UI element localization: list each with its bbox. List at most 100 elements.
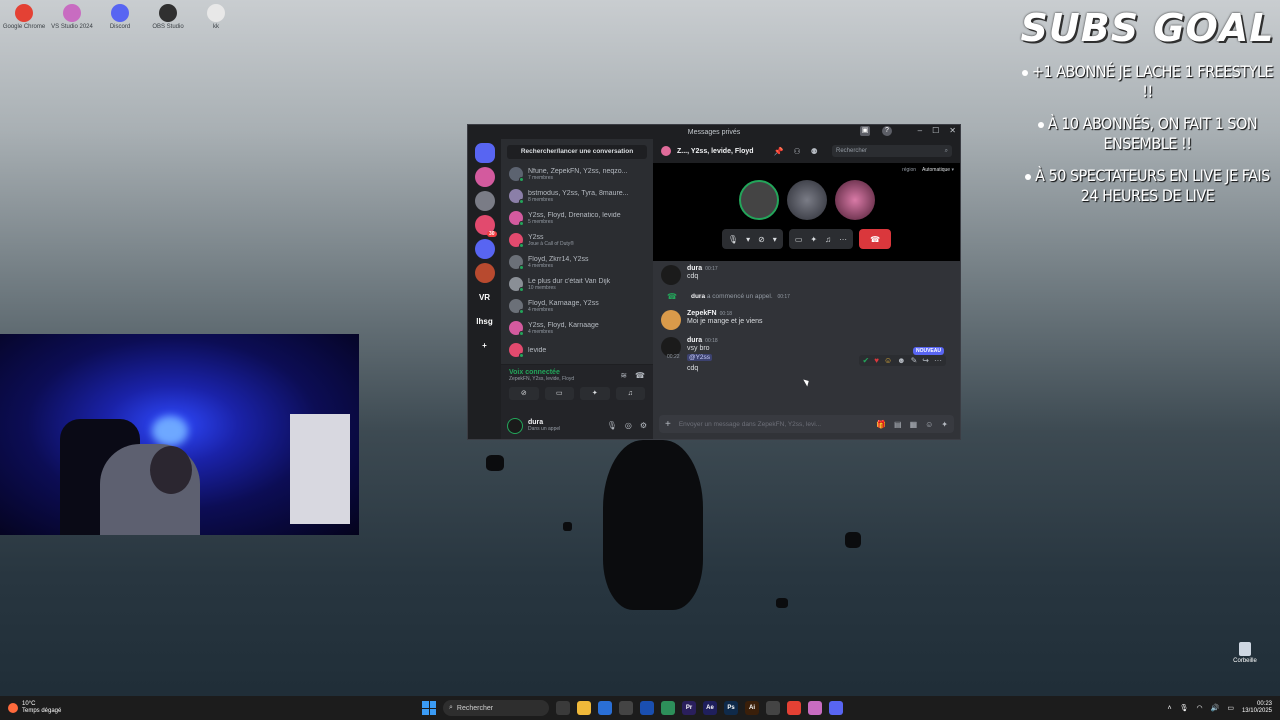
server-icon[interactable] <box>474 239 495 259</box>
message-input[interactable]: + Envoyer un message dans ZepekFN, Y2ss,… <box>659 415 954 433</box>
sticker-icon[interactable]: ▦ <box>910 420 918 429</box>
gift-icon[interactable]: 🎁 <box>876 420 886 429</box>
search-icon: ⌕ <box>944 148 948 154</box>
members-icon[interactable]: ⚉ <box>811 147 818 156</box>
wifi-icon[interactable]: ◠ <box>1197 704 1203 712</box>
dm-list-item[interactable]: bstmodus, Y2ss, Tyra, 8maure... 8 membres <box>501 185 653 207</box>
taskbar-app-icon[interactable] <box>787 701 801 715</box>
emoji-reaction-icon[interactable]: ☺ <box>884 356 892 365</box>
taskbar-app-icon[interactable] <box>577 701 591 715</box>
taskbar-app-icon[interactable] <box>661 701 675 715</box>
mic-icon[interactable]: 🎙 <box>1180 704 1189 712</box>
dm-list-item[interactable]: Floyd, Karnaage, Y2ss 4 membres <box>501 295 653 317</box>
add-friend-icon[interactable]: ⚇ <box>793 147 800 156</box>
dm-search-button[interactable]: Rechercher/lancer une conversation <box>507 145 647 159</box>
gif-icon[interactable]: ▤ <box>894 420 902 429</box>
avatar[interactable] <box>661 310 681 330</box>
clock[interactable]: 00:23 13/10/2025 <box>1242 701 1272 715</box>
reply-icon[interactable]: ↪ <box>922 356 929 365</box>
dm-list-item[interactable]: Y2ss, Floyd, Drenatico, levide 5 membres <box>501 207 653 229</box>
taskbar-app-icon[interactable]: Pr <box>682 701 696 715</box>
soundboard-button[interactable]: ♫ <box>615 387 645 400</box>
dm-subtitle: Joue à Call of Duty® <box>528 240 574 247</box>
edit-icon[interactable]: ✎ <box>911 356 918 365</box>
pin-icon[interactable]: 📌 <box>774 147 784 156</box>
settings-gear-icon[interactable]: ⚙ <box>640 421 647 430</box>
maximize-button[interactable]: ☐ <box>932 126 939 135</box>
battery-icon[interactable]: ▭ <box>1227 704 1234 712</box>
avatar[interactable] <box>661 265 681 285</box>
noise-suppression-icon[interactable]: ≋ <box>620 371 627 380</box>
add-attachment-icon[interactable]: + <box>665 419 671 430</box>
check-reaction-icon[interactable]: ✔ <box>863 356 870 365</box>
apps-icon[interactable]: ✦ <box>941 420 948 429</box>
participant-tile[interactable] <box>786 180 827 220</box>
debris <box>603 440 703 610</box>
taskbar-app-icon[interactable] <box>598 701 612 715</box>
headphones-icon[interactable]: ◎ <box>625 421 632 430</box>
server-icon[interactable] <box>474 263 495 283</box>
desktop-icon[interactable]: Google Chrome <box>3 4 45 30</box>
dm-list-item[interactable]: Nfune, ZepekFN, Y2ss, neqzo... 7 membres <box>501 163 653 185</box>
chevron-up-icon[interactable]: ˄ <box>1168 705 1172 712</box>
chat-search-input[interactable]: Rechercher ⌕ <box>832 145 952 157</box>
weather-widget[interactable]: 10°C Temps dégagé <box>8 701 61 715</box>
server-icon[interactable] <box>474 167 495 187</box>
taskbar-app-icon[interactable] <box>829 701 843 715</box>
server-icon[interactable] <box>474 191 495 211</box>
region-selector[interactable]: région Automatique ▾ <box>902 167 954 173</box>
close-button[interactable]: ✕ <box>949 126 956 135</box>
call-actions[interactable]: ▭ ✦ ♫ ··· <box>788 229 854 249</box>
mic-control[interactable]: 🎙 ▾ ⊘ ▾ <box>721 229 783 249</box>
mention[interactable]: @Y2ss <box>687 354 713 361</box>
dm-list-item[interactable]: Y2ss Joue à Call of Duty® <box>501 229 653 251</box>
taskbar-search[interactable]: ⌕ Rechercher <box>443 700 549 716</box>
camera-off-button[interactable]: ⊘ <box>509 387 539 400</box>
taskbar-app-icon[interactable]: Ps <box>724 701 738 715</box>
debris <box>845 532 861 548</box>
mic-icon: 🎙 <box>727 234 739 244</box>
taskbar-app-icon[interactable] <box>556 701 570 715</box>
server-icon[interactable]: VR <box>475 287 495 307</box>
heart-reaction-icon[interactable]: ♥ <box>874 356 879 365</box>
minimize-button[interactable]: – <box>918 126 922 135</box>
hang-up-button[interactable]: ☎ <box>859 229 892 249</box>
desktop-icon[interactable]: VS Studio 2024 <box>51 4 93 30</box>
desktop-icon[interactable]: OBS Studio <box>148 4 188 30</box>
user-avatar[interactable] <box>507 417 523 434</box>
emoji-icon[interactable]: ☺ <box>925 420 933 429</box>
participant-tile[interactable] <box>834 180 875 220</box>
more-icon[interactable]: ··· <box>934 356 942 365</box>
avatar <box>509 211 524 226</box>
dm-name: Le plus dur c'était Van Dijk <box>528 277 611 285</box>
taskbar-app-icon[interactable]: Ae <box>703 701 717 715</box>
help-icon[interactable]: ? <box>882 126 892 136</box>
taskbar-app-icon[interactable] <box>808 701 822 715</box>
inbox-icon[interactable]: ▣ <box>860 126 870 136</box>
add-reaction-icon[interactable]: ☻ <box>897 356 905 365</box>
discord-home-icon[interactable] <box>474 143 495 163</box>
server-icon[interactable]: + <box>475 335 495 355</box>
volume-icon[interactable]: 🔊 <box>1211 704 1220 712</box>
screen-share-button[interactable]: ▭ <box>544 387 574 400</box>
server-icon[interactable]: lhsg <box>475 311 495 331</box>
recycle-bin[interactable]: Corbeille <box>1232 642 1258 664</box>
dm-name: Y2ss <box>528 233 544 241</box>
taskbar-app-icon[interactable] <box>640 701 654 715</box>
taskbar-app-icon[interactable] <box>619 701 633 715</box>
server-icon[interactable]: 30 <box>474 215 497 237</box>
participant-tile[interactable] <box>738 180 779 220</box>
notification-badge: 30 <box>486 231 497 237</box>
activities-button[interactable]: ✦ <box>580 387 610 400</box>
taskbar-app-icon[interactable]: Ai <box>745 701 759 715</box>
start-button[interactable] <box>422 701 436 715</box>
taskbar-app-icon[interactable] <box>766 701 780 715</box>
dm-list-item[interactable]: Le plus dur c'était Van Dijk 10 membres <box>501 273 653 295</box>
dm-list-item[interactable]: Floyd, Zkrr14, Y2ss 4 membres <box>501 251 653 273</box>
mic-icon[interactable]: 🎙 <box>607 421 617 430</box>
disconnect-icon[interactable]: ☎ <box>635 371 645 380</box>
dm-list-item[interactable]: Y2ss, Floyd, Karnaage 4 membres <box>501 317 653 339</box>
desktop-icon[interactable]: kk <box>196 4 236 30</box>
dm-list-item[interactable]: levide <box>501 339 653 361</box>
desktop-icon[interactable]: Discord <box>100 4 140 30</box>
